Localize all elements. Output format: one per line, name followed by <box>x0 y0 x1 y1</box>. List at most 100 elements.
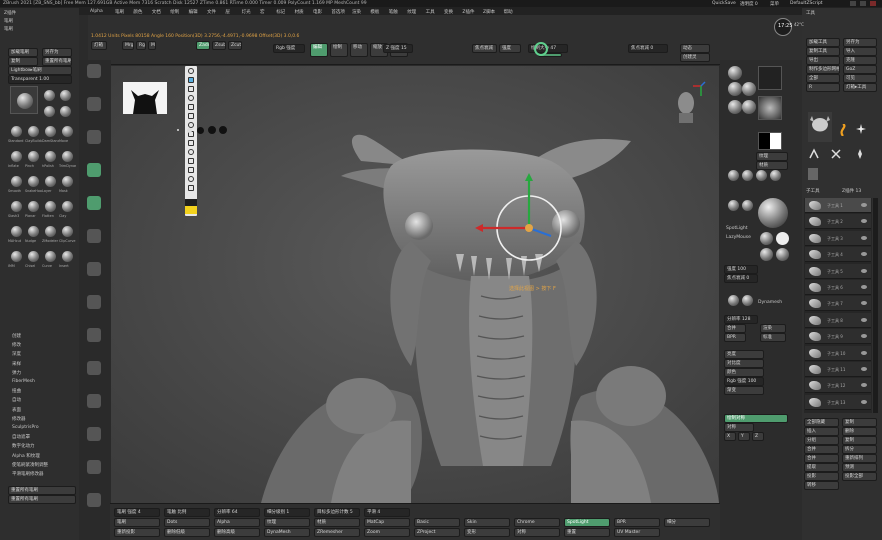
menu-item[interactable]: 文件 <box>207 9 216 15</box>
bottom-shelf-button[interactable]: Dots <box>164 518 210 527</box>
bottom-slider[interactable]: 分辨率 64 <box>214 508 260 517</box>
visibility-eye-icon[interactable] <box>861 301 867 306</box>
brush-23-icon[interactable] <box>62 251 73 262</box>
brush-subpalette-item[interactable]: SculptrisPro <box>12 425 39 430</box>
sym-z-button[interactable]: Z <box>752 432 764 441</box>
bottom-shelf-button[interactable]: 重新投影 <box>114 528 160 537</box>
star-tool-icon[interactable] <box>856 124 866 134</box>
brush-3-icon[interactable] <box>62 126 73 137</box>
tool-button[interactable]: 灯箱▸工具 <box>843 83 877 92</box>
focal-shift-button[interactable]: 焦点衰减 <box>472 44 497 53</box>
brush-thumb-1-icon[interactable] <box>44 90 55 101</box>
brush-subpalette-item[interactable]: 自动遮罩 <box>12 434 30 440</box>
visibility-eye-icon[interactable] <box>861 235 867 240</box>
gradient-button[interactable]: 渐变 <box>724 386 764 395</box>
sym-x-button[interactable]: X <box>724 432 736 441</box>
brush-thumb-4-icon[interactable] <box>60 106 71 117</box>
texture-button[interactable]: 纹理 <box>756 152 788 161</box>
brush-subpalette-item[interactable]: 数字化动力 <box>12 443 35 449</box>
standard-button[interactable]: 标准 <box>760 333 786 342</box>
focal-shift-slider[interactable]: 焦点衰减 0 <box>628 44 668 53</box>
material-sphere-12-icon[interactable] <box>760 232 773 245</box>
resolution-slider[interactable]: 分辨率 128 <box>724 315 758 324</box>
xpose-icon[interactable] <box>87 493 101 507</box>
brush-1-icon[interactable] <box>28 126 39 137</box>
menu-item[interactable]: 标记 <box>276 9 285 15</box>
move-button[interactable]: 移动 <box>350 43 368 57</box>
menu-item[interactable]: 笔触 <box>389 9 398 15</box>
zcut-button[interactable]: Zcut <box>228 41 242 50</box>
subtool-action-button[interactable]: 复制 <box>842 418 877 427</box>
dynamic-button[interactable]: 动态 <box>680 44 710 53</box>
material-sphere-6-icon[interactable] <box>728 170 739 181</box>
subtool-label[interactable]: 子工具 <box>806 188 820 194</box>
visibility-eye-icon[interactable] <box>861 268 867 273</box>
brush-2-icon[interactable] <box>45 126 56 137</box>
render-button[interactable]: 渲染 <box>760 324 786 333</box>
brush-subpalette-item[interactable]: 修改 <box>12 342 21 348</box>
bottom-slider[interactable]: 平滑 4 <box>364 508 410 517</box>
maximize-icon[interactable] <box>860 1 866 6</box>
move-icon[interactable] <box>87 295 101 309</box>
brush-subpalette-item[interactable]: 自动 <box>12 397 21 403</box>
bottom-shelf-button[interactable]: 变形 <box>464 528 510 537</box>
bottom-shelf-button[interactable]: MatCap <box>364 518 410 527</box>
material-sphere-9-icon[interactable] <box>770 170 781 181</box>
load-brush-button[interactable]: 加载笔刷 <box>8 48 38 57</box>
dynamesh-label[interactable]: Dynamesh <box>758 300 782 305</box>
visibility-eye-icon[interactable] <box>861 383 867 388</box>
cylinder-tool-icon[interactable] <box>808 148 820 160</box>
bpr-button[interactable]: BPR <box>724 333 746 342</box>
visibility-eye-icon[interactable] <box>861 399 867 404</box>
brush-7-icon[interactable] <box>62 151 73 162</box>
menu-item[interactable]: 帮助 <box>504 9 513 15</box>
menu-item[interactable]: 渲染 <box>352 9 361 15</box>
bottom-shelf-button[interactable]: Skin <box>464 518 510 527</box>
material-button[interactable]: 材质 <box>756 161 788 170</box>
symmetry-button[interactable]: 对称 <box>724 423 754 432</box>
subtool-row[interactable]: 子工具 9 <box>805 329 871 345</box>
menu-item[interactable]: 层 <box>225 9 230 15</box>
lightbox-button[interactable]: 灯箱 <box>91 41 107 50</box>
qviz-icon[interactable] <box>87 229 101 243</box>
material-sphere-3-icon[interactable] <box>742 82 756 96</box>
brush-subpalette-item[interactable]: 表面 <box>12 407 21 413</box>
tool-thumbnail-dragon[interactable] <box>808 112 832 142</box>
bottom-shelf-button[interactable]: ZRemesher <box>314 528 360 537</box>
brush-subpalette-item[interactable]: Alpha 和纹理 <box>12 453 40 459</box>
bottom-slider[interactable]: 笔触 比例 <box>164 508 210 517</box>
subtool-action-button[interactable]: 全部隐藏 <box>804 418 839 427</box>
subtool-action-button[interactable]: 投影全部 <box>842 472 877 481</box>
local-icon[interactable] <box>87 196 101 210</box>
floating-tool-0-icon[interactable] <box>188 68 194 74</box>
subtool-row[interactable]: 子工具 10 <box>805 345 871 361</box>
brush-subpalette-item[interactable]: 修改器 <box>12 416 26 422</box>
menu-item[interactable]: 材质 <box>295 9 304 15</box>
bottom-shelf-button[interactable]: ZProject <box>414 528 460 537</box>
close-icon[interactable] <box>870 1 876 6</box>
menu-item[interactable]: 纹理 <box>407 9 416 15</box>
draw-symmetry-button[interactable]: 绘制对称 <box>724 414 788 423</box>
brush-thumb-3-icon[interactable] <box>44 106 55 117</box>
edit-button[interactable]: 编辑 <box>310 43 328 57</box>
subtool-row[interactable]: 子工具 11 <box>805 362 871 377</box>
menu-item[interactable]: 模板 <box>370 9 379 15</box>
bottom-shelf-button[interactable]: Basic <box>414 518 460 527</box>
brush-0-icon[interactable] <box>11 126 22 137</box>
bottom-slider[interactable]: 目标多边形计数 5 <box>314 508 360 517</box>
contrast-button[interactable]: 对比度 <box>724 359 764 368</box>
material-sphere-5-icon[interactable] <box>742 100 756 114</box>
floating-tool-2-icon[interactable] <box>188 86 194 92</box>
bottom-shelf-button[interactable]: 笔刷 <box>114 518 160 527</box>
brush-10-icon[interactable] <box>45 176 56 187</box>
tool-button[interactable]: 制作多边形网格3D <box>806 65 840 74</box>
brush-13-icon[interactable] <box>28 201 39 212</box>
bottom-shelf-button[interactable]: 细分 <box>664 518 710 527</box>
subtool-action-button[interactable]: 转移 <box>804 481 839 490</box>
subtool-action-button[interactable]: 重新排列 <box>842 454 877 463</box>
tool-button[interactable]: 复制工具 <box>806 47 840 56</box>
visibility-eye-icon[interactable] <box>861 334 867 339</box>
bottom-shelf-button[interactable]: DynaMesh <box>264 528 310 537</box>
subtool-row[interactable]: 子工具 13 <box>805 394 871 410</box>
flat-icon[interactable] <box>87 97 101 111</box>
